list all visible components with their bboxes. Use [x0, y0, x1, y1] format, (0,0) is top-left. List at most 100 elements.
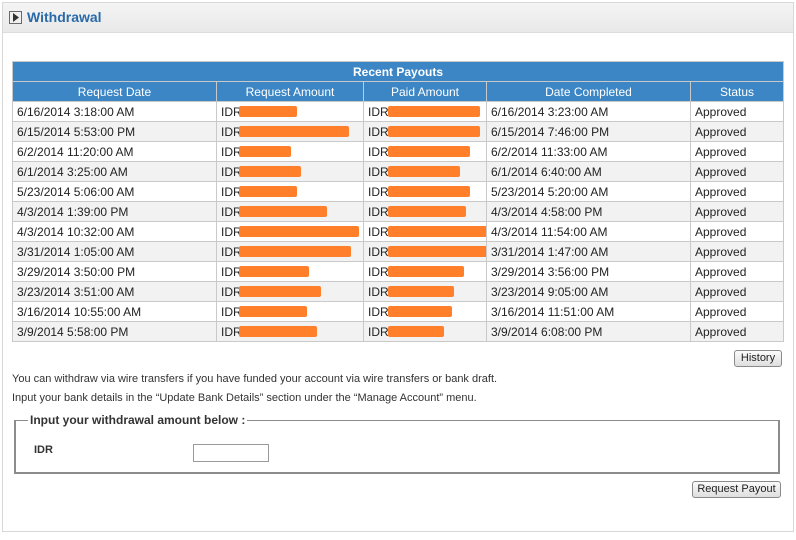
cell-request-date: 3/9/2014 5:58:00 PM	[12, 321, 217, 342]
cell-text: Approved	[695, 244, 747, 259]
cell-text: 6/15/2014 5:53:00 PM	[17, 124, 136, 139]
redaction-mark	[388, 106, 480, 117]
redaction-mark	[239, 326, 317, 337]
cell-paid-amount: IDR	[363, 141, 487, 162]
cell-text: 6/2/2014 11:33:00 AM	[491, 144, 608, 159]
cell-status: Approved	[689, 181, 785, 202]
cell-date-completed: 3/23/2014 9:05:00 AM	[486, 281, 691, 302]
cell-paid-amount: IDR	[363, 181, 487, 202]
cell-status: Approved	[689, 301, 785, 322]
cell-date-completed: 4/3/2014 4:58:00 PM	[486, 201, 691, 222]
table-row: 3/9/2014 5:58:00 PM IDR IDR 3/9/2014 6:08:0…	[12, 321, 785, 342]
cell-text: Approved	[695, 184, 747, 199]
table-row: 3/29/2014 3:50:00 PM IDR IDR 3/29/2014 3:56…	[12, 261, 785, 282]
cell-text: Approved	[695, 204, 747, 219]
redaction-mark	[239, 306, 307, 317]
cell-request-date: 6/16/2014 3:18:00 AM	[12, 101, 217, 122]
cell-text: 6/15/2014 7:46:00 PM	[491, 124, 610, 139]
withdrawal-amount-input[interactable]	[193, 444, 269, 462]
redaction-mark	[388, 326, 444, 337]
redaction-mark	[388, 126, 480, 137]
cell-paid-amount: IDR	[363, 121, 487, 142]
cell-date-completed: 3/31/2014 1:47:00 AM	[486, 241, 691, 262]
cell-status: Approved	[689, 241, 785, 262]
cell-paid-amount: IDR	[363, 161, 487, 182]
cell-date-completed: 6/2/2014 11:33:00 AM	[486, 141, 691, 162]
cell-text: 6/16/2014 3:18:00 AM	[17, 104, 135, 119]
cell-text: Approved	[695, 304, 747, 319]
cell-text: 6/1/2014 3:25:00 AM	[17, 164, 128, 179]
cell-text: Approved	[695, 284, 747, 299]
cell-text: IDR	[368, 244, 389, 259]
cell-request-amount: IDR	[216, 201, 364, 222]
column-header-date-completed: Date Completed	[486, 81, 691, 102]
cell-paid-amount: IDR	[363, 241, 487, 262]
cell-status: Approved	[689, 121, 785, 142]
redaction-mark	[388, 306, 452, 317]
cell-text: 3/16/2014 11:51:00 AM	[491, 304, 615, 319]
table-row: 4/3/2014 1:39:00 PM IDR IDR 4/3/2014 4:58:0…	[12, 201, 785, 222]
cell-request-date: 6/1/2014 3:25:00 AM	[12, 161, 217, 182]
table-row: 5/23/2014 5:06:00 AM IDR IDR 5/23/2014 5:20…	[12, 181, 785, 202]
cell-date-completed: 3/29/2014 3:56:00 PM	[486, 261, 691, 282]
cell-text: 3/31/2014 1:05:00 AM	[17, 244, 135, 259]
cell-text: Approved	[695, 164, 747, 179]
redaction-mark	[239, 146, 291, 157]
cell-text: Approved	[695, 324, 747, 339]
redaction-mark	[239, 186, 297, 197]
table-row: 3/31/2014 1:05:00 AM IDR IDR 3/31/2014 1:47…	[12, 241, 785, 262]
table-row: 6/15/2014 5:53:00 PM IDR IDR 6/15/2014 7:46…	[12, 121, 785, 142]
redaction-mark	[239, 166, 301, 177]
cell-text: 3/16/2014 10:55:00 AM	[17, 304, 142, 319]
redaction-mark	[388, 186, 470, 197]
cell-paid-amount: IDR	[363, 201, 487, 222]
request-payout-button[interactable]: Request Payout	[692, 481, 781, 498]
cell-text: IDR	[368, 284, 389, 299]
cell-text: 3/23/2014 9:05:00 AM	[491, 284, 609, 299]
cell-request-amount: IDR	[216, 281, 364, 302]
cell-request-amount: IDR	[216, 241, 364, 262]
cell-paid-amount: IDR	[363, 101, 487, 122]
cell-text: Approved	[695, 104, 747, 119]
cell-status: Approved	[689, 321, 785, 342]
cell-date-completed: 3/16/2014 11:51:00 AM	[486, 301, 691, 322]
cell-status: Approved	[689, 201, 785, 222]
cell-paid-amount: IDR	[363, 321, 487, 342]
currency-label: IDR	[34, 444, 53, 456]
recent-payouts-table: Recent Payouts Request Date Request Amou…	[11, 61, 785, 342]
table-row: 3/16/2014 10:55:00 AM IDR IDR 3/16/2014 11:…	[12, 301, 785, 322]
cell-paid-amount: IDR	[363, 261, 487, 282]
cell-text: IDR	[368, 104, 389, 119]
form-legend: Input your withdrawal amount below :	[30, 413, 246, 427]
panel-title: Withdrawal	[27, 9, 102, 25]
cell-text: IDR	[368, 164, 389, 179]
cell-text: 3/9/2014 6:08:00 PM	[491, 324, 603, 339]
bank-details-info: Input your bank details in the “Update B…	[12, 392, 477, 404]
column-header-paid-amount: Paid Amount	[363, 81, 487, 102]
cell-request-date: 3/29/2014 3:50:00 PM	[12, 261, 217, 282]
cell-request-date: 4/3/2014 10:32:00 AM	[12, 221, 217, 242]
cell-text: 3/23/2014 3:51:00 AM	[17, 284, 135, 299]
cell-status: Approved	[689, 141, 785, 162]
redaction-mark	[388, 266, 464, 277]
redaction-mark	[388, 166, 460, 177]
cell-request-date: 6/2/2014 11:20:00 AM	[12, 141, 217, 162]
table-body: 6/16/2014 3:18:00 AM IDR IDR 6/16/2014 3:23…	[12, 101, 785, 342]
triangle-right-icon[interactable]	[9, 11, 22, 24]
history-button[interactable]: History	[734, 350, 782, 367]
cell-date-completed: 4/3/2014 11:54:00 AM	[486, 221, 691, 242]
redaction-mark	[239, 206, 327, 217]
cell-request-date: 6/15/2014 5:53:00 PM	[12, 121, 217, 142]
cell-text: 4/3/2014 4:58:00 PM	[491, 204, 603, 219]
cell-text: Approved	[695, 124, 747, 139]
redaction-mark	[239, 266, 309, 277]
redaction-mark	[239, 106, 297, 117]
redaction-mark	[388, 246, 486, 257]
redaction-mark	[239, 226, 359, 237]
cell-request-amount: IDR	[216, 221, 364, 242]
cell-date-completed: 6/1/2014 6:40:00 AM	[486, 161, 691, 182]
cell-date-completed: 5/23/2014 5:20:00 AM	[486, 181, 691, 202]
cell-request-date: 3/31/2014 1:05:00 AM	[12, 241, 217, 262]
cell-status: Approved	[689, 101, 785, 122]
cell-request-amount: IDR	[216, 121, 364, 142]
